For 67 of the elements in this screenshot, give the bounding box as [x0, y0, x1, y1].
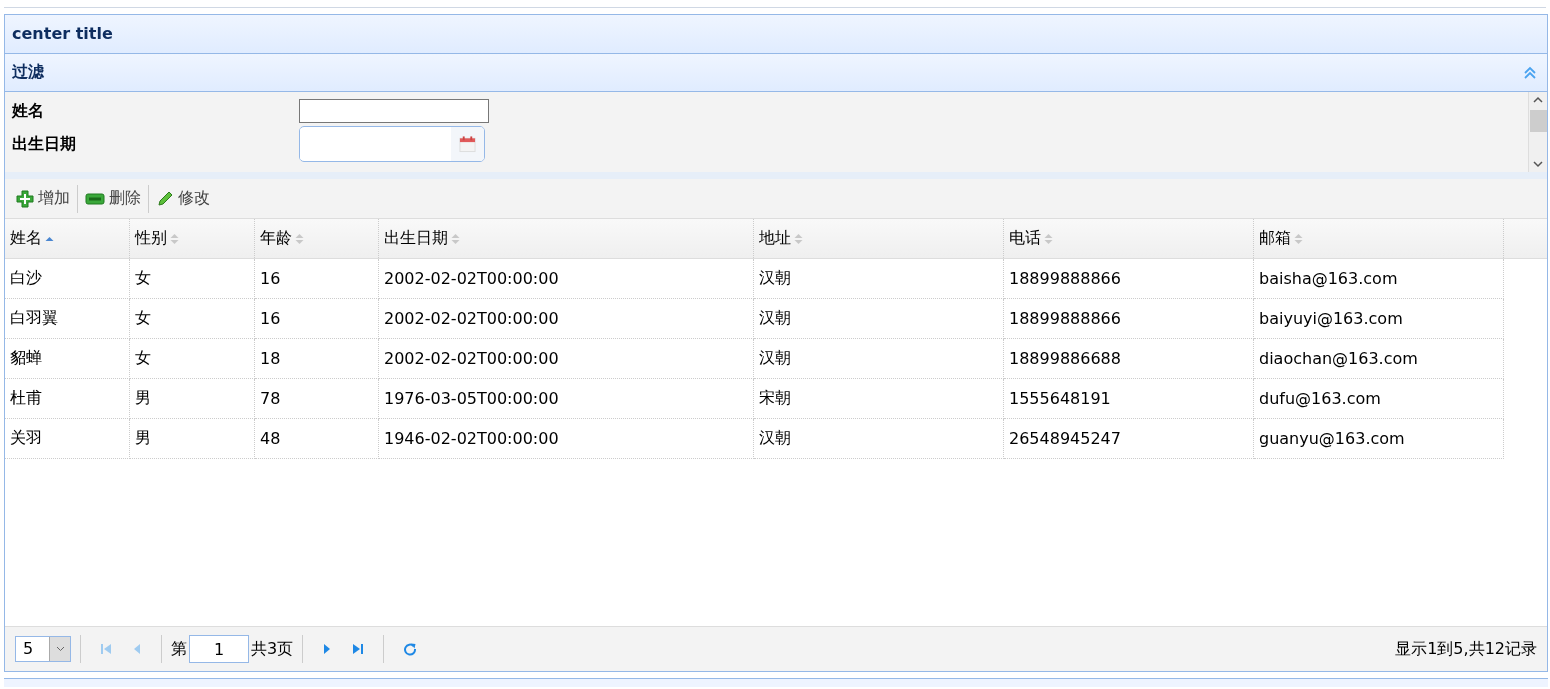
name-input[interactable] [299, 99, 489, 123]
column-header[interactable]: 邮箱 [1254, 219, 1504, 258]
plus-icon [16, 189, 34, 208]
panel-title: center title [5, 15, 1547, 54]
table-cell: dufu@163.com [1254, 379, 1504, 419]
page-size-select[interactable]: 5 [15, 636, 71, 662]
table-cell: 汉朝 [754, 259, 1004, 299]
table-cell: 男 [130, 379, 255, 419]
column-header[interactable]: 姓名 [5, 219, 130, 258]
refresh-icon[interactable] [403, 642, 418, 656]
page-input[interactable]: 1 [189, 635, 249, 663]
last-page-icon[interactable] [352, 642, 365, 656]
record-summary: 显示1到5,共12记录 [1395, 638, 1537, 660]
field-label: 姓名 [12, 100, 45, 122]
table-cell: 汉朝 [754, 299, 1004, 339]
column-header[interactable]: 电话 [1004, 219, 1254, 258]
table-cell: 18899886688 [1004, 339, 1254, 379]
table-cell: 2002-02-02T00:00:00 [379, 299, 754, 339]
column-header[interactable]: 年龄 [255, 219, 379, 258]
table-cell: 1946-02-02T00:00:00 [379, 419, 754, 459]
column-header[interactable]: 性别 [130, 219, 255, 258]
scrollbar[interactable] [1528, 92, 1547, 172]
minus-icon [85, 191, 105, 206]
table-cell: 1976-03-05T00:00:00 [379, 379, 754, 419]
table-cell: 18899888866 [1004, 299, 1254, 339]
page-total: 共3页 [251, 638, 294, 660]
table-cell: 杜甫 [5, 379, 130, 419]
table-cell: baisha@163.com [1254, 259, 1504, 299]
scroll-up-icon[interactable] [1533, 96, 1543, 104]
table-cell: 1555648191 [1004, 379, 1254, 419]
table-cell: 汉朝 [754, 419, 1004, 459]
table-cell: 女 [130, 339, 255, 379]
field-label: 出生日期 [12, 133, 77, 155]
pencil-icon [156, 189, 174, 208]
table-cell: 2002-02-02T00:00:00 [379, 259, 754, 299]
toolbar-button[interactable]: 删除 [80, 188, 146, 209]
table-cell: diaochan@163.com [1254, 339, 1504, 379]
table-cell: 白羽翼 [5, 299, 130, 339]
table-cell: 女 [130, 259, 255, 299]
table-cell: 汉朝 [754, 339, 1004, 379]
table-cell: 白沙 [5, 259, 130, 299]
table-cell: 78 [255, 379, 379, 419]
table-cell: 48 [255, 419, 379, 459]
table-cell: 18899888866 [1004, 259, 1254, 299]
scroll-down-icon[interactable] [1533, 160, 1543, 168]
table-cell: 18 [255, 339, 379, 379]
collapse-icon[interactable] [1523, 65, 1537, 80]
table-cell: 16 [255, 299, 379, 339]
table-cell: 宋朝 [754, 379, 1004, 419]
filter-title: 过滤 [12, 62, 44, 83]
toolbar-button[interactable]: 增加 [11, 188, 75, 209]
table-cell: guanyu@163.com [1254, 419, 1504, 459]
table-cell: 2002-02-02T00:00:00 [379, 339, 754, 379]
page-label: 第 [171, 638, 187, 660]
column-header[interactable]: 地址 [754, 219, 1004, 258]
caret-icon [55, 646, 65, 652]
table-cell: 关羽 [5, 419, 130, 459]
table-cell: 女 [130, 299, 255, 339]
table-cell: 16 [255, 259, 379, 299]
calendar-icon[interactable] [451, 127, 484, 161]
table-cell: 男 [130, 419, 255, 459]
table-cell: 26548945247 [1004, 419, 1254, 459]
toolbar-button[interactable]: 修改 [151, 188, 215, 209]
table-cell: 貂蝉 [5, 339, 130, 379]
table-cell: baiyuyi@163.com [1254, 299, 1504, 339]
date-picker[interactable] [299, 126, 485, 162]
column-header[interactable]: 出生日期 [379, 219, 754, 258]
